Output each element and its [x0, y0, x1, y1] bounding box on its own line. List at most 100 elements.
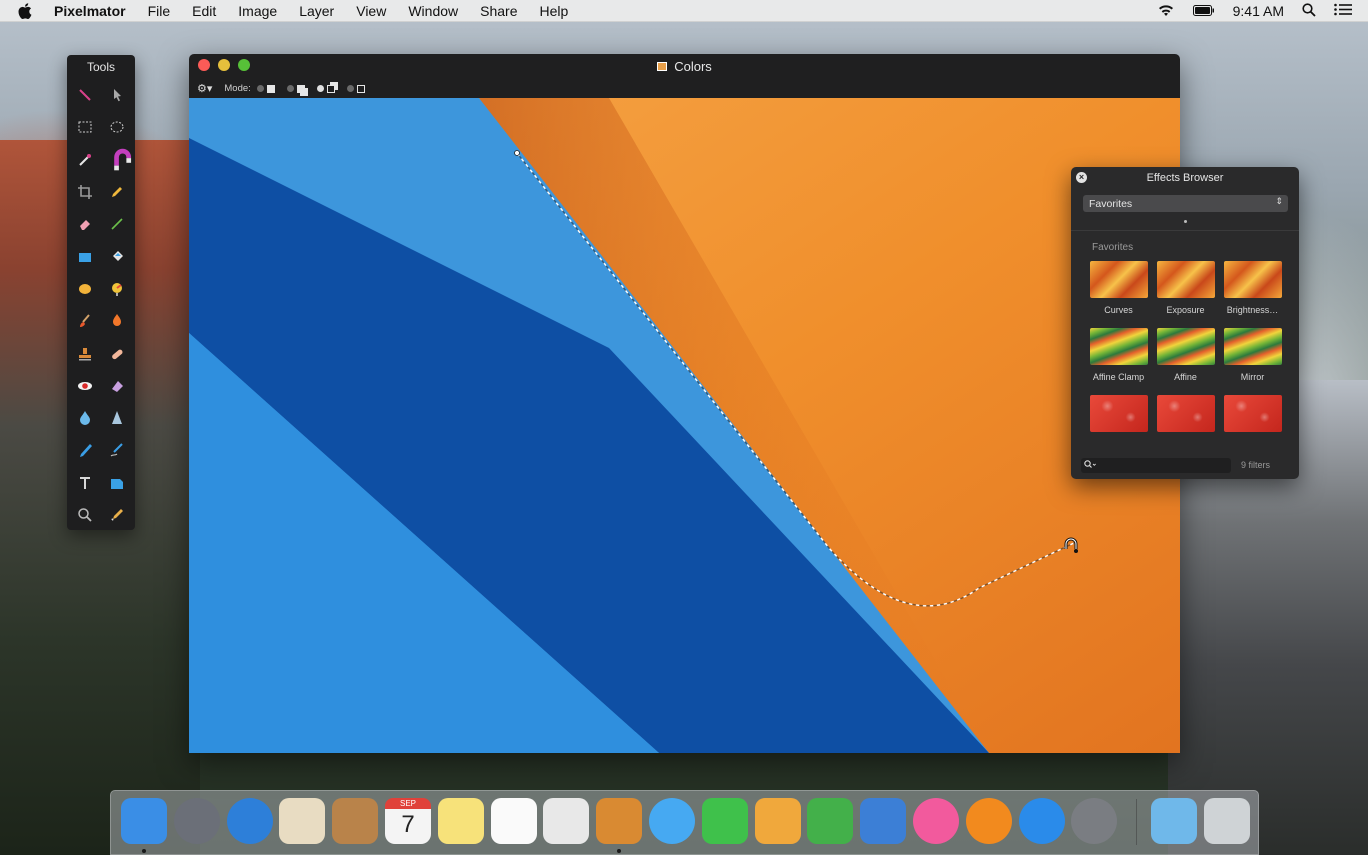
type-tool[interactable]: [69, 467, 101, 499]
menu-bar: Pixelmator File Edit Image Layer View Wi…: [0, 0, 1368, 22]
menu-view[interactable]: View: [356, 3, 386, 19]
color-adjust-tool[interactable]: [101, 273, 133, 305]
effect-affine-clamp[interactable]: Affine Clamp: [1085, 328, 1152, 395]
effect-curves[interactable]: Curves: [1085, 261, 1152, 328]
dock-app-store-icon[interactable]: [1018, 798, 1065, 844]
spotlight-icon[interactable]: [1302, 2, 1316, 20]
notification-center-icon[interactable]: [1334, 3, 1352, 19]
menu-share[interactable]: Share: [480, 3, 517, 19]
effect-mirror[interactable]: Mirror: [1219, 328, 1286, 395]
sponge-tool[interactable]: [101, 370, 133, 402]
dock-reminders-icon[interactable]: [490, 798, 537, 844]
menu-image[interactable]: Image: [238, 3, 277, 19]
window-title: Colors: [674, 59, 712, 74]
menu-file[interactable]: File: [148, 3, 171, 19]
dock: SEP 7: [110, 790, 1259, 855]
pen-tool[interactable]: [69, 434, 101, 466]
effect-thumbnail: [1089, 261, 1148, 298]
eyedropper-tool[interactable]: [101, 499, 133, 531]
custom-shape-tool[interactable]: [101, 467, 133, 499]
mode-subtract-selection[interactable]: [316, 84, 335, 93]
dock-facetime-icon[interactable]: [701, 798, 748, 844]
move-tool[interactable]: [101, 79, 133, 111]
tools-grid: [67, 77, 135, 533]
zoom-tool[interactable]: [69, 499, 101, 531]
dock-photos-icon[interactable]: [543, 798, 590, 844]
mode-new-selection[interactable]: [256, 84, 275, 93]
dock-separator: [1136, 799, 1137, 845]
dock-keynote-icon[interactable]: [860, 798, 907, 844]
dock-finder-icon[interactable]: [121, 798, 167, 844]
effects-category-select[interactable]: Favorites ⇕: [1083, 195, 1288, 212]
crop-tool[interactable]: [69, 176, 101, 208]
arrange-layers-tool[interactable]: [69, 79, 101, 111]
magnetic-lasso-tool[interactable]: [101, 144, 133, 176]
document-proxy-icon[interactable]: [657, 62, 668, 71]
mode-intersect-selection[interactable]: [346, 84, 365, 93]
apple-menu-icon[interactable]: [18, 2, 36, 20]
window-zoom-button[interactable]: [238, 59, 250, 71]
red-eye-tool[interactable]: [69, 370, 101, 402]
line-tool[interactable]: [101, 208, 133, 240]
dock-launchpad-icon[interactable]: [173, 798, 220, 844]
heal-tool[interactable]: [101, 337, 133, 369]
menu-layer[interactable]: Layer: [299, 3, 334, 19]
freeform-pen-tool[interactable]: [101, 434, 133, 466]
paint-bucket-tool[interactable]: [101, 240, 133, 272]
sharpen-tool[interactable]: [101, 402, 133, 434]
dock-system-preferences-icon[interactable]: [1071, 798, 1118, 844]
effect-label: Affine: [1174, 372, 1197, 382]
menu-window[interactable]: Window: [408, 3, 458, 19]
search-icon: [1084, 459, 1096, 471]
effect-exposure[interactable]: Exposure: [1152, 261, 1219, 328]
dock-downloads-folder-icon[interactable]: [1151, 798, 1197, 844]
filter-count: 9 filters: [1241, 460, 1271, 470]
dock-notes-icon[interactable]: [437, 798, 484, 844]
dock-safari-icon[interactable]: [226, 798, 273, 844]
dock-mail-icon[interactable]: [279, 798, 326, 844]
elliptical-marquee-tool[interactable]: [101, 111, 133, 143]
effects-footer: 9 filters: [1071, 451, 1299, 479]
ellipse-tool[interactable]: [69, 273, 101, 305]
effects-browser-header[interactable]: × Effects Browser: [1071, 167, 1299, 189]
dock-pixelmator-icon[interactable]: [596, 798, 643, 844]
effect-brightness[interactable]: Brightness…: [1219, 261, 1286, 328]
pencil-tool[interactable]: [101, 176, 133, 208]
rectangular-marquee-tool[interactable]: [69, 111, 101, 143]
dock-numbers-icon[interactable]: [807, 798, 854, 844]
dock-trash-icon[interactable]: [1203, 798, 1250, 844]
blur-tool[interactable]: [69, 402, 101, 434]
mode-add-selection[interactable]: [286, 84, 305, 93]
menu-edit[interactable]: Edit: [192, 3, 216, 19]
battery-icon[interactable]: [1192, 3, 1215, 19]
magnetic-lasso-cursor-icon: [1064, 537, 1078, 553]
tools-palette-title: Tools: [86, 60, 115, 74]
effects-page-indicator: [1071, 212, 1299, 230]
window-titlebar[interactable]: Colors: [189, 54, 1180, 79]
dock-pages-icon[interactable]: [754, 798, 801, 844]
clone-stamp-tool[interactable]: [69, 337, 101, 369]
tool-options-gear-icon[interactable]: ⚙▾: [197, 82, 212, 95]
dock-messages-icon[interactable]: [649, 798, 695, 844]
wifi-icon[interactable]: [1157, 3, 1175, 20]
dock-itunes-icon[interactable]: [913, 798, 959, 844]
window-minimize-button[interactable]: [218, 59, 230, 71]
effect-affine[interactable]: Affine: [1152, 328, 1219, 395]
effects-search-input[interactable]: [1081, 457, 1231, 473]
burn-tool[interactable]: [101, 305, 133, 337]
menubar-clock[interactable]: 9:41 AM: [1233, 3, 1284, 19]
app-menu[interactable]: Pixelmator: [54, 3, 126, 19]
brush-tool[interactable]: [69, 305, 101, 337]
magic-wand-tool[interactable]: [69, 144, 101, 176]
effect-thumbnail: [1223, 261, 1282, 298]
image-canvas[interactable]: [189, 98, 1180, 753]
rectangle-shape-tool[interactable]: [69, 240, 101, 272]
effects-close-icon[interactable]: ×: [1076, 172, 1087, 183]
dock-calendar-icon[interactable]: SEP 7: [385, 798, 431, 844]
eraser-tool[interactable]: [69, 208, 101, 240]
dock-contacts-icon[interactable]: [332, 798, 379, 844]
effect-thumbnail: [1223, 395, 1282, 432]
menu-help[interactable]: Help: [539, 3, 568, 19]
window-close-button[interactable]: [198, 59, 210, 71]
dock-ibooks-icon[interactable]: [965, 798, 1012, 844]
